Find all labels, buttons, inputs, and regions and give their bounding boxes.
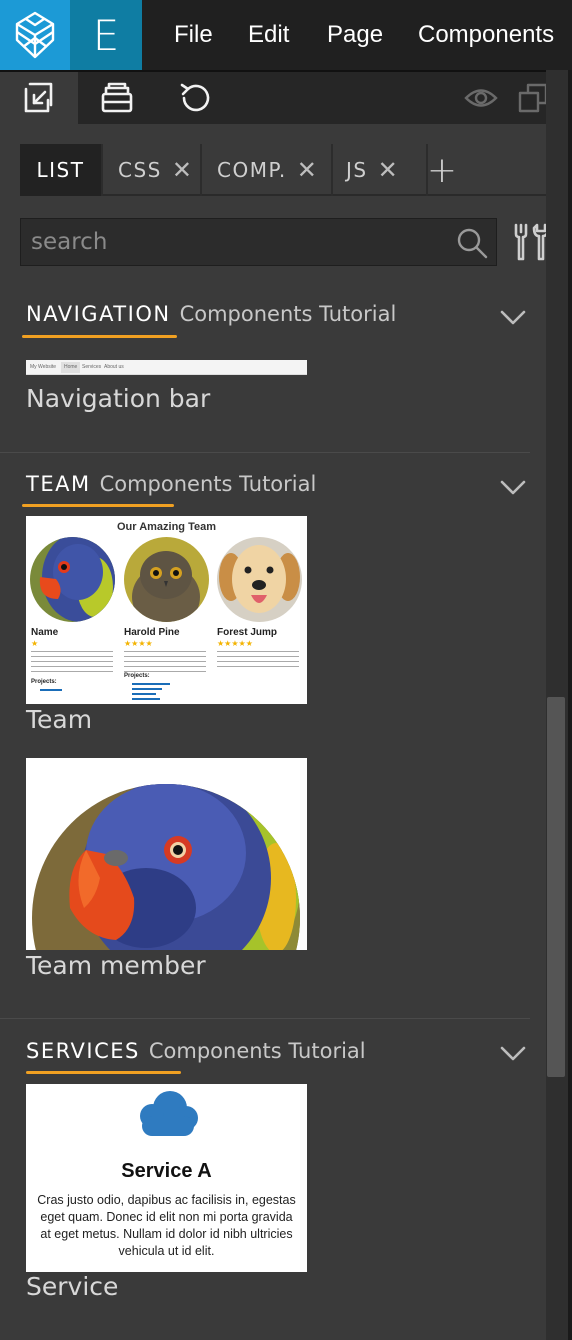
component-label[interactable]: Service	[26, 1272, 118, 1301]
add-tab-button[interactable]: +	[418, 144, 466, 196]
team-member-thumbnail[interactable]	[26, 758, 307, 950]
menu-edit[interactable]: Edit	[248, 0, 289, 70]
component-label[interactable]: Team	[26, 705, 92, 734]
project-link-line	[132, 688, 162, 690]
tab-comp[interactable]: COMP. ✕	[203, 144, 333, 196]
search-icon[interactable]	[456, 227, 488, 259]
section-subtitle: Components Tutorial	[148, 1039, 366, 1063]
project-link-line	[132, 693, 156, 695]
tab-css-label: CSS	[118, 158, 162, 182]
tab-list[interactable]: LIST	[20, 144, 103, 196]
panel-toolbar	[0, 72, 568, 124]
panel-tabs: LIST CSS ✕ COMP. ✕ JS ✕ +	[20, 144, 546, 196]
menu-page[interactable]: Page	[327, 0, 383, 70]
section-subtitle: Components Tutorial	[99, 472, 317, 496]
thumb-heading: Our Amazing Team	[116, 521, 217, 533]
component-label[interactable]: Navigation bar	[26, 384, 210, 413]
component-label[interactable]: Team member	[26, 951, 206, 980]
pinegrow-logo[interactable]	[0, 0, 70, 70]
menu-bar: E File Edit Page Components	[0, 0, 572, 70]
member-bio-lines	[124, 649, 206, 673]
menu-components[interactable]: Components	[418, 0, 554, 70]
tab-js-label: JS	[346, 158, 368, 182]
team-thumbnail[interactable]: Our Amazing Team Name Harold Pine Forest…	[26, 516, 307, 704]
thumb-link: Home	[61, 362, 81, 373]
service-description: Cras justo odio, dapibus ac facilisis in…	[37, 1193, 296, 1258]
section-title-underline	[22, 335, 177, 338]
tab-list-label: LIST	[36, 158, 85, 182]
menu-file[interactable]: File	[174, 0, 213, 70]
section-header-services[interactable]: SERVICES Components Tutorial	[26, 1039, 366, 1075]
search-input[interactable]	[31, 219, 451, 265]
service-thumbnail[interactable]: Service A Cras justo odio, dapibus ac fa…	[26, 1084, 307, 1272]
member-bio-lines	[31, 649, 113, 673]
member-name: Name	[31, 627, 59, 638]
close-icon[interactable]: ✕	[172, 156, 194, 184]
rating-stars: ★★★★★	[217, 639, 253, 648]
member-bio-lines	[217, 649, 299, 667]
editor-logo[interactable]: E	[70, 0, 142, 70]
owl-avatar	[124, 537, 209, 622]
chevron-down-icon[interactable]	[500, 1046, 526, 1062]
navigation-bar-thumbnail[interactable]: My Website Home Services About us	[26, 360, 307, 375]
editor-logo-letter: E	[92, 10, 120, 60]
member-name: Harold Pine	[124, 627, 180, 638]
section-subtitle: Components Tutorial	[179, 302, 397, 326]
parrot-photo	[26, 758, 307, 950]
project-link-line	[132, 698, 160, 700]
refresh-icon	[180, 83, 210, 112]
chevron-down-icon[interactable]	[500, 480, 526, 496]
eye-icon	[464, 89, 498, 107]
parrot-avatar	[30, 537, 115, 622]
thumb-link: About us	[104, 364, 124, 370]
cloud-icon	[140, 1091, 198, 1136]
panel-edge	[568, 70, 572, 1340]
dog-avatar	[217, 537, 302, 622]
tools-icon[interactable]	[510, 222, 550, 262]
search-box	[20, 218, 497, 266]
section-divider	[0, 452, 530, 453]
tab-css[interactable]: CSS ✕	[104, 144, 202, 196]
pine-cone-icon	[15, 11, 55, 59]
chevron-down-icon[interactable]	[500, 310, 526, 326]
projects-label: Projects:	[124, 673, 150, 679]
section-title-underline	[22, 504, 174, 507]
insert-icon	[24, 82, 53, 113]
section-title: TEAM	[26, 472, 91, 496]
section-header-team[interactable]: TEAM Components Tutorial	[26, 472, 316, 508]
thumb-link: Services	[82, 364, 102, 370]
library-button[interactable]	[78, 72, 156, 124]
tab-comp-label: COMP.	[217, 158, 287, 182]
section-title-underline	[26, 1071, 181, 1074]
close-icon[interactable]: ✕	[378, 156, 400, 184]
close-icon[interactable]: ✕	[297, 156, 319, 184]
insert-button[interactable]	[0, 72, 78, 124]
rating-stars: ★	[31, 639, 39, 648]
tab-js[interactable]: JS ✕	[334, 144, 428, 196]
section-divider	[0, 1018, 530, 1019]
section-title: NAVIGATION	[26, 302, 171, 326]
member-name: Forest Jump	[217, 627, 278, 638]
preview-button[interactable]	[456, 72, 506, 124]
project-link-line	[132, 683, 170, 685]
projects-label: Projects:	[31, 679, 57, 685]
rating-stars: ★★★★	[124, 639, 153, 648]
scrollbar-thumb[interactable]	[547, 697, 565, 1077]
copy-icon	[518, 83, 548, 113]
thumb-brand: My Website	[30, 364, 57, 370]
library-box-icon	[101, 82, 133, 113]
section-title: SERVICES	[26, 1039, 140, 1063]
service-title: Service A	[121, 1160, 212, 1182]
refresh-button[interactable]	[156, 72, 234, 124]
section-header-navigation[interactable]: NAVIGATION Components Tutorial	[26, 302, 396, 338]
project-link-line	[40, 689, 62, 691]
